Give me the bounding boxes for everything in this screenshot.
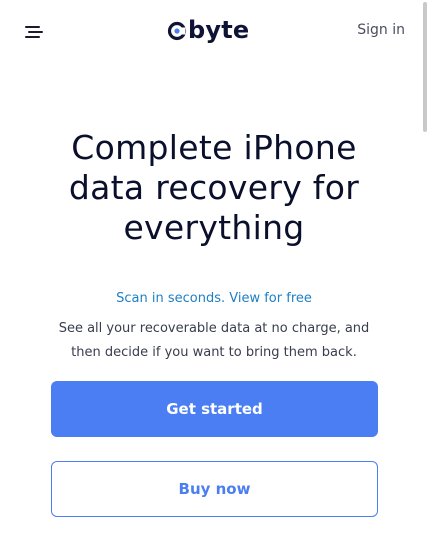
logo[interactable]: byte — [167, 14, 249, 46]
menu-line — [25, 36, 40, 38]
cbyte-logo-icon — [167, 21, 187, 41]
hero-title-line: everything — [123, 208, 305, 247]
hero-title: Complete iPhone data recovery for everyt… — [0, 128, 428, 248]
menu-line — [28, 31, 43, 33]
menu-line — [25, 26, 40, 28]
buy-now-button[interactable]: Buy now — [51, 461, 378, 517]
get-started-button[interactable]: Get started — [51, 381, 378, 437]
scrollbar[interactable] — [420, 0, 428, 533]
page: byte Sign in Complete iPhone data recove… — [0, 0, 428, 533]
top-nav: byte Sign in — [0, 0, 428, 62]
description-line: then decide if you want to bring them ba… — [71, 345, 357, 360]
description-line: See all your recoverable data at no char… — [58, 321, 370, 336]
scrollbar-thumb[interactable] — [423, 2, 427, 132]
logo-wordmark: byte — [188, 16, 250, 44]
hamburger-menu-icon[interactable] — [25, 24, 45, 40]
hero-description: See all your recoverable data at no char… — [0, 317, 428, 365]
hero-title-line: Complete iPhone — [71, 128, 357, 167]
hero-tagline: Scan in seconds. View for free — [116, 291, 312, 306]
hero-title-line: data recovery for — [68, 168, 360, 207]
sign-in-link[interactable]: Sign in — [357, 22, 405, 38]
